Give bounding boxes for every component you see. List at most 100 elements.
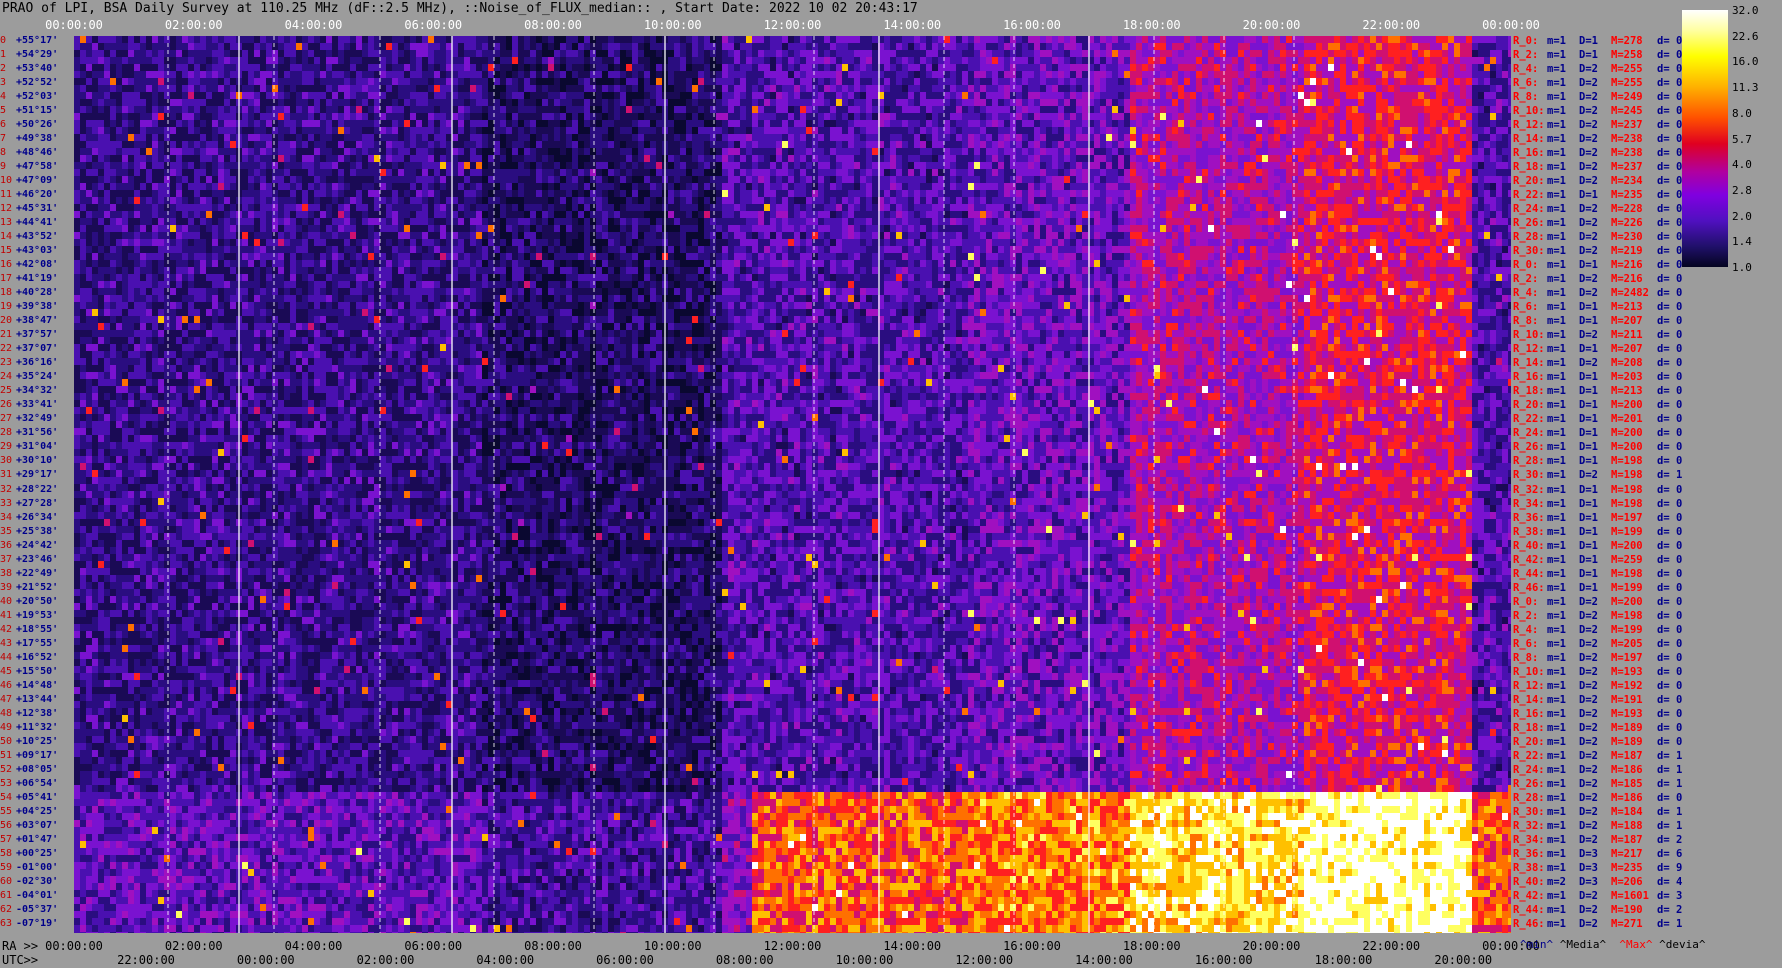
ray-median: D=2: [1579, 204, 1598, 215]
ray-min: m=1: [1547, 765, 1566, 776]
ray-devia: d= 0: [1657, 695, 1682, 706]
ray-id: R_0:: [1513, 597, 1538, 608]
ray-min: m=1: [1547, 148, 1566, 159]
ray-median: D=2: [1579, 667, 1598, 678]
ray-median: D=2: [1579, 751, 1598, 762]
declination-row: 9 +47°58': [0, 162, 6, 172]
ray-max: M=216: [1611, 260, 1643, 271]
declination-row: 34 +26°34': [0, 513, 12, 523]
ray-id: R_30:: [1513, 470, 1545, 481]
ray-max: M=213: [1611, 302, 1643, 313]
declination-index: 42: [0, 624, 12, 635]
ray-max: M=199: [1611, 625, 1643, 636]
ray-min: m=1: [1547, 597, 1566, 608]
ray-devia: d= 0: [1657, 653, 1682, 664]
ray-id: R_32:: [1513, 485, 1545, 496]
declination-index: 38: [0, 568, 12, 579]
ray-median: D=2: [1579, 232, 1598, 243]
utc-axis-tick: 02:00:00: [357, 953, 415, 967]
ray-max: M=200: [1611, 428, 1643, 439]
declination-value: +52°03': [16, 92, 58, 102]
declination-index: 51: [0, 750, 12, 761]
declination-index: 29: [0, 441, 12, 452]
declination-index: 14: [0, 231, 12, 242]
ray-max: M=271: [1611, 919, 1643, 930]
declination-value: +10°25': [16, 737, 58, 747]
declination-value: +11°32': [16, 723, 58, 733]
declination-row: 38 +22°49': [0, 569, 12, 579]
ray-max: M=188: [1611, 821, 1643, 832]
ray-median: D=2: [1579, 807, 1598, 818]
declination-index: 40: [0, 596, 12, 607]
utc-axis: UTC>> 22:00:00 00:00:00 02:00:00 04:00:00 06…: [0, 953, 1520, 967]
ray-max: M=228: [1611, 204, 1643, 215]
ray-min: m=1: [1547, 358, 1566, 369]
ray-min: m=1: [1547, 821, 1566, 832]
declination-row: 14 +43°52': [0, 232, 12, 242]
declination-row: 19 +39°38': [0, 302, 12, 312]
ray-id: R_22:: [1513, 414, 1545, 425]
ray-median: D=1: [1579, 485, 1598, 496]
declination-index: 39: [0, 582, 12, 593]
declination-index: 41: [0, 610, 12, 621]
ray-devia: d= 0: [1657, 597, 1682, 608]
declination-index: 7: [0, 133, 6, 144]
ray-max: M=207: [1611, 344, 1643, 355]
ray-median: D=2: [1579, 106, 1598, 117]
ray-min: m=1: [1547, 232, 1566, 243]
declination-row: 13 +44°41': [0, 218, 12, 228]
ray-max: M=189: [1611, 737, 1643, 748]
ra-axis-tick: 10:00:00: [644, 939, 702, 953]
ray-max: M=226: [1611, 218, 1643, 229]
declination-row: 35 +25°38': [0, 527, 12, 537]
ray-median: D=3: [1579, 849, 1598, 860]
ray-id: R_42:: [1513, 891, 1545, 902]
ray-min: m=1: [1547, 583, 1566, 594]
declination-index: 31: [0, 469, 12, 480]
declination-index: 13: [0, 217, 12, 228]
ray-max: M=198: [1611, 456, 1643, 467]
ray-median: D=2: [1579, 120, 1598, 131]
declination-row: 6 +50°26': [0, 120, 6, 130]
ray-devia: d= 3: [1657, 891, 1682, 902]
declination-row: 22 +37°07': [0, 344, 12, 354]
ray-id: R_26:: [1513, 779, 1545, 790]
ray-id: R_14:: [1513, 695, 1545, 706]
ray-min: m=1: [1547, 176, 1566, 187]
ray-median: D=1: [1579, 316, 1598, 327]
ray-min: m=1: [1547, 695, 1566, 706]
declination-row: 50 +10°25': [0, 737, 12, 747]
ray-id: R_8:: [1513, 653, 1538, 664]
ray-id: R_34:: [1513, 499, 1545, 510]
ray-id: R_24:: [1513, 428, 1545, 439]
ray-min: m=1: [1547, 218, 1566, 229]
ray-min: m=1: [1547, 428, 1566, 439]
declination-value: -05°37': [16, 905, 58, 915]
ra-axis-tick: 16:00:00: [1003, 939, 1061, 953]
ray-id: R_16:: [1513, 148, 1545, 159]
ray-median: D=2: [1579, 625, 1598, 636]
declination-value: +04°25': [16, 807, 58, 817]
ray-id: R_16:: [1513, 372, 1545, 383]
ray-max: M=189: [1611, 723, 1643, 734]
ray-devia: d= 1: [1657, 765, 1682, 776]
declination-index: 6: [0, 119, 6, 130]
ray-min: m=1: [1547, 442, 1566, 453]
ray-min: m=1: [1547, 456, 1566, 467]
ra-axis-tick: 02:00:00: [165, 939, 223, 953]
declination-index: 37: [0, 554, 12, 565]
declination-value: +31°56': [16, 428, 58, 438]
ray-min: m=1: [1547, 709, 1566, 720]
ray-median: D=1: [1579, 527, 1598, 538]
declination-index: 44: [0, 652, 12, 663]
declination-row: 46 +14°48': [0, 681, 12, 691]
declination-index: 55: [0, 806, 12, 817]
ray-id: R_22:: [1513, 190, 1545, 201]
ray-devia: d= 0: [1657, 218, 1682, 229]
colorbar-tick: 5.7: [1732, 133, 1752, 146]
ray-median: D=2: [1579, 134, 1598, 145]
ray-min: m=1: [1547, 737, 1566, 748]
declination-index: 61: [0, 890, 12, 901]
ray-median: D=1: [1579, 36, 1598, 47]
utc-axis-tick: 14:00:00: [1075, 953, 1133, 967]
